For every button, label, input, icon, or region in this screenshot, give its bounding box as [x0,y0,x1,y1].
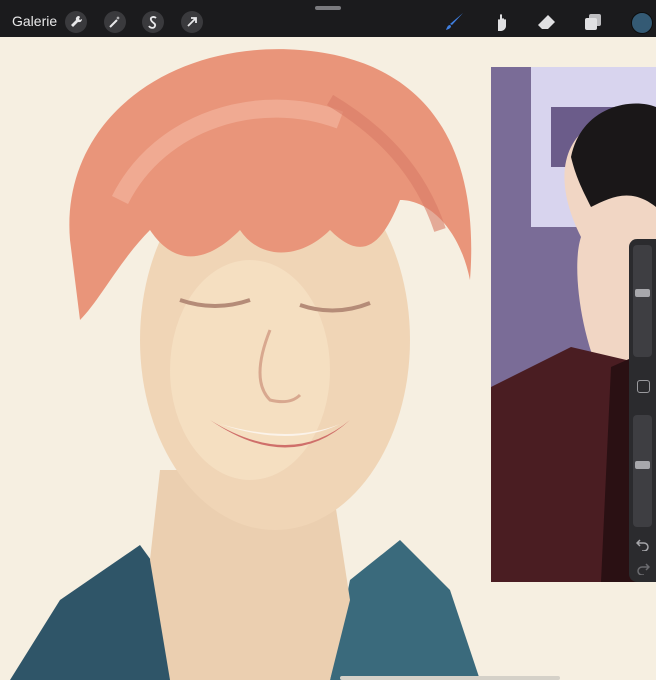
eraser-icon[interactable] [535,10,559,34]
brush-icon[interactable] [443,10,467,34]
drawing-canvas[interactable] [0,37,656,680]
undo-icon[interactable] [636,537,650,551]
home-indicator [340,676,560,680]
opacity-thumb[interactable] [635,461,650,469]
redo-icon[interactable] [636,561,650,575]
brush-size-thumb[interactable] [635,289,650,297]
brush-size-slider[interactable] [633,245,652,357]
modifier-square-icon[interactable] [637,380,650,393]
wrench-icon[interactable] [65,11,87,33]
opacity-slider[interactable] [633,415,652,527]
smudge-icon[interactable] [489,10,513,34]
layers-icon[interactable] [581,10,605,34]
brush-sidebar [629,239,656,582]
gallery-button[interactable]: Galerie [12,13,57,29]
top-toolbar: Galerie [0,0,656,37]
color-picker[interactable] [631,12,653,34]
transform-arrow-icon[interactable] [181,11,203,33]
drag-handle[interactable] [315,6,341,10]
magic-wand-icon[interactable] [104,11,126,33]
selection-s-icon[interactable] [142,11,164,33]
painted-jacket-right [330,540,480,680]
